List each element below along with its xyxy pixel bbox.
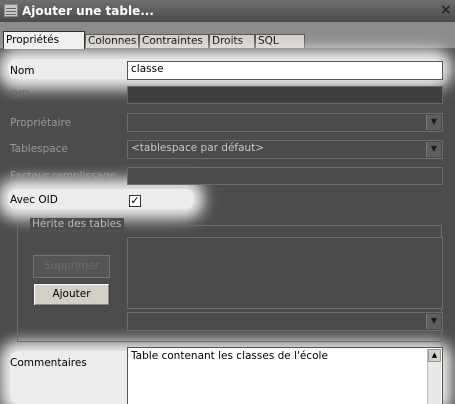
title-bar: Ajouter une table... × <box>0 0 455 22</box>
window-title: Ajouter une table... <box>22 4 154 18</box>
tab-sql[interactable]: SQL <box>255 34 305 48</box>
tab-strip: Propriétés Colonnes Contraintes Droits S… <box>0 22 455 49</box>
tab-privileges[interactable]: Droits <box>209 34 255 48</box>
chevron-down-icon[interactable]: ▼ <box>426 314 441 329</box>
comments-label: Commentaires <box>10 357 87 369</box>
properties-panel: Nom classe OID Propriétaire ▼ Tablespace… <box>0 49 455 404</box>
oid-input <box>127 86 443 104</box>
scroll-up-icon[interactable]: ▲ <box>428 349 441 362</box>
tab-properties[interactable]: Propriétés <box>3 31 85 49</box>
fillfactor-label: Facteur remplissage <box>10 170 116 182</box>
tablespace-select[interactable]: <tablespace par défaut> ▼ <box>127 140 443 159</box>
owner-select[interactable]: ▼ <box>127 113 443 132</box>
remove-button[interactable]: Supprimer <box>33 255 110 278</box>
table-icon <box>4 4 18 17</box>
inherits-group-label: Hérite des tables <box>30 218 124 230</box>
fillfactor-input[interactable] <box>127 167 443 185</box>
with-oid-label: Avec OID <box>10 194 58 206</box>
chevron-down-icon[interactable]: ▼ <box>426 142 441 157</box>
oid-label: OID <box>10 89 30 101</box>
comments-scrollbar[interactable]: ▲ <box>427 349 441 404</box>
name-input[interactable]: classe <box>127 61 443 80</box>
tab-constraints[interactable]: Contraintes <box>139 34 209 48</box>
comments-textarea[interactable]: Table contenant les classes de l'école ▲ <box>127 347 443 404</box>
name-input-value: classe <box>131 63 164 75</box>
add-table-dialog: Ajouter une table... × Propriétés Colonn… <box>0 0 455 404</box>
tablespace-label: Tablespace <box>10 143 68 155</box>
add-button[interactable]: Ajouter <box>33 283 110 306</box>
with-oid-checkbox[interactable]: ✓ <box>129 195 141 207</box>
inherit-table-select[interactable]: ▼ <box>127 312 443 331</box>
owner-label: Propriétaire <box>10 117 72 129</box>
chevron-down-icon[interactable]: ▼ <box>426 115 441 130</box>
close-icon[interactable]: × <box>440 2 452 18</box>
tab-columns[interactable]: Colonnes <box>85 34 139 48</box>
name-label: Nom <box>10 65 35 77</box>
inherited-tables-list[interactable] <box>127 237 443 309</box>
comments-value: Table contenant les classes de l'école <box>131 350 328 362</box>
tablespace-value: <tablespace par défaut> <box>131 142 265 154</box>
